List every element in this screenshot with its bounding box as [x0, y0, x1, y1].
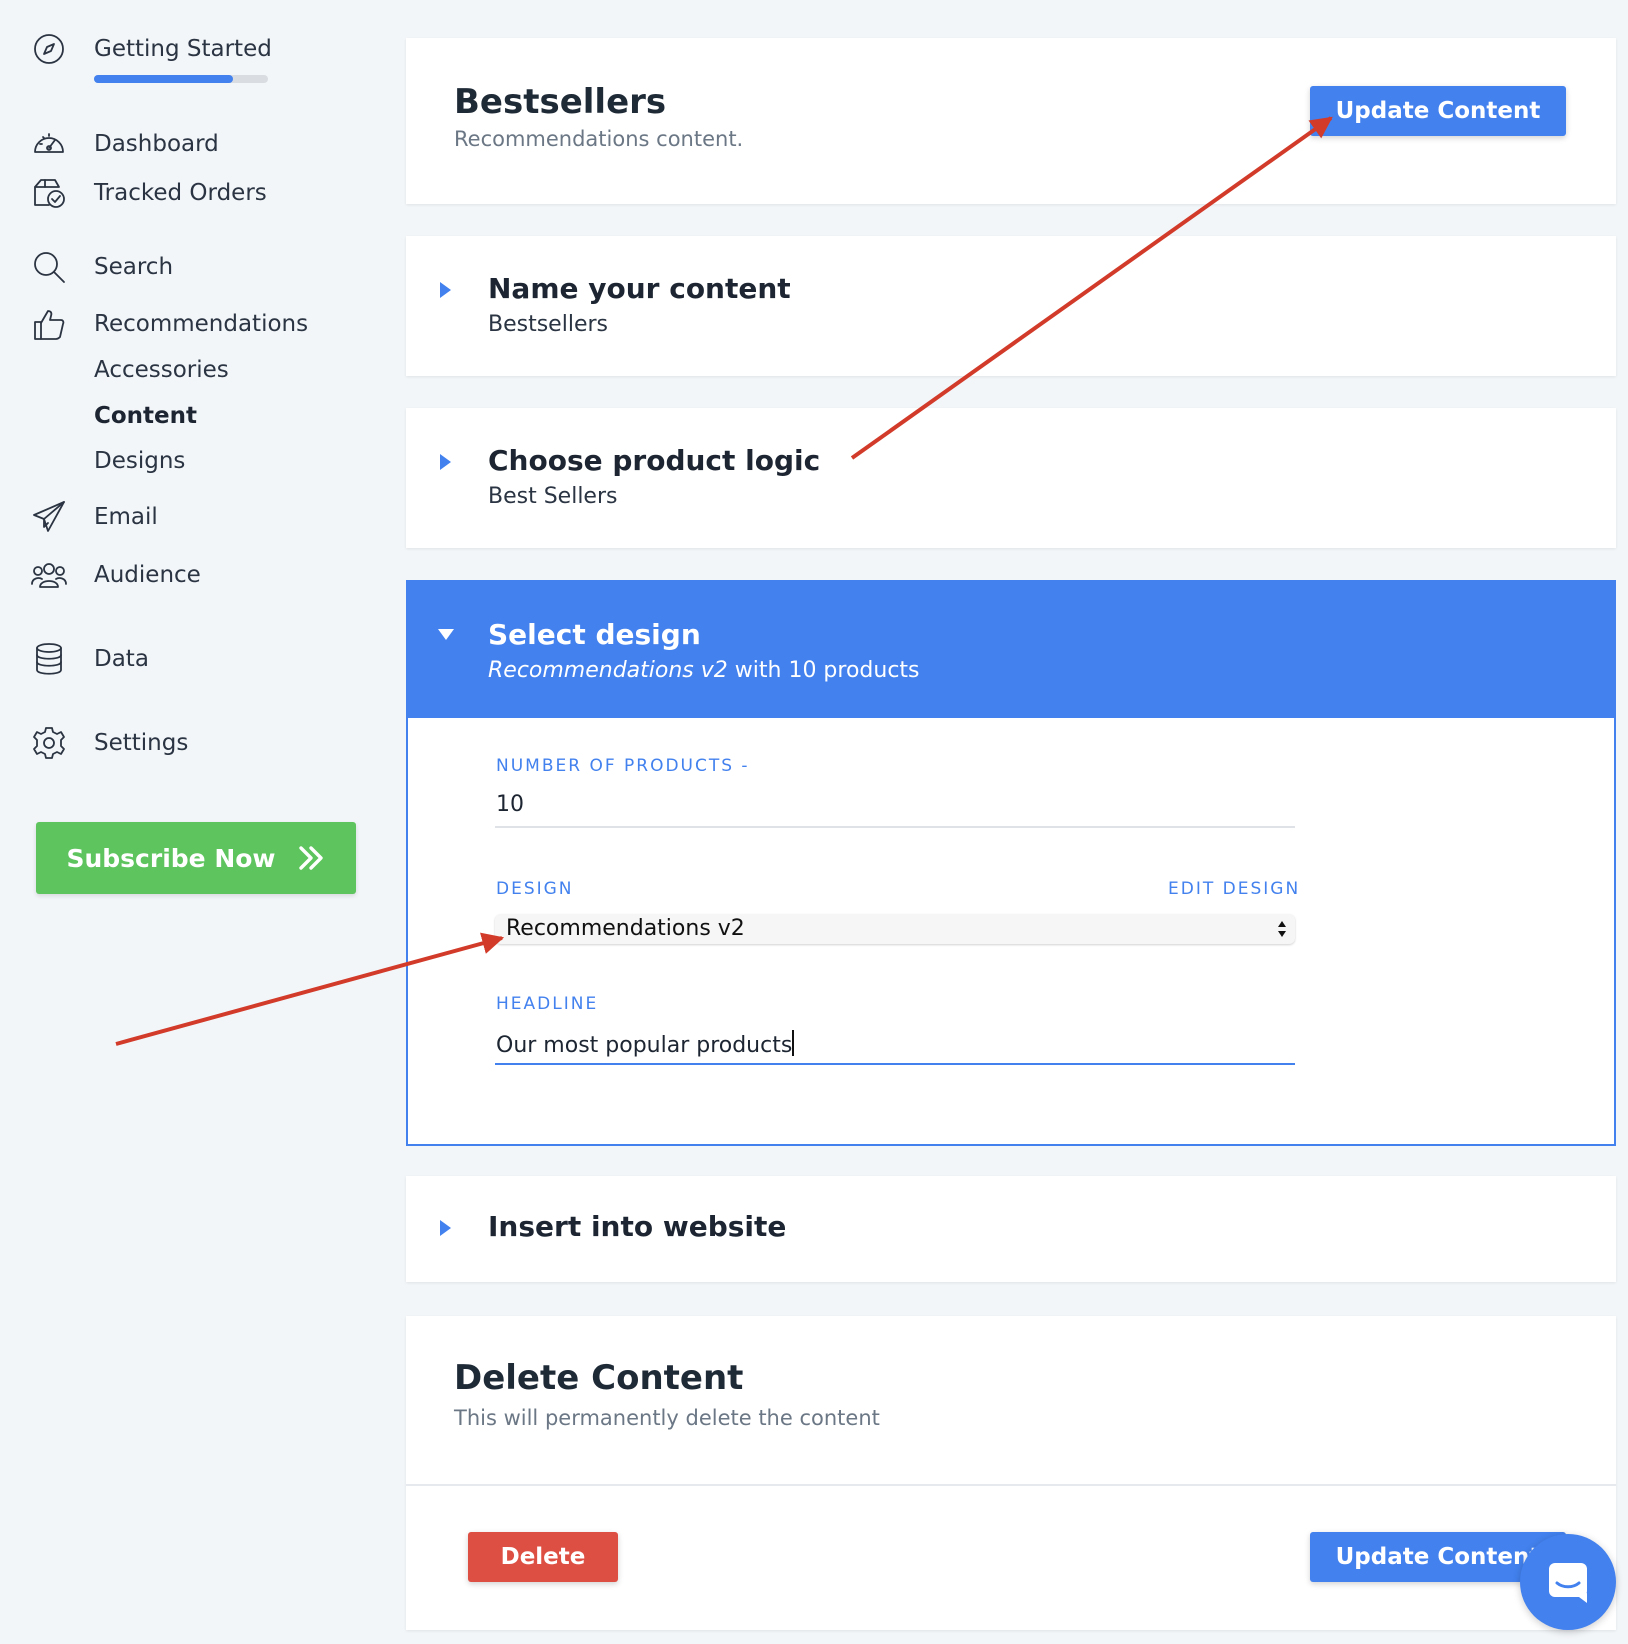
getting-started-progress — [94, 75, 268, 83]
sidebar-item-label: Data — [94, 646, 149, 672]
sidebar: Getting Started Dashboard Tracked Orders… — [0, 0, 380, 1644]
sidebar-subitem-designs[interactable]: Designs — [94, 448, 185, 474]
sidebar-item-label: Tracked Orders — [94, 180, 267, 206]
section-subtitle: Recommendations v2 with 10 products — [488, 658, 920, 683]
section-title: Name your content — [488, 272, 791, 305]
sidebar-item-recommendations[interactable]: Recommendations — [30, 305, 308, 343]
sidebar-item-settings[interactable]: Settings — [30, 724, 188, 762]
thumbs-up-icon — [30, 305, 68, 343]
section-value: Best Sellers — [488, 484, 618, 509]
design-select-value: Recommendations v2 — [506, 916, 745, 941]
section-choose-product-logic[interactable]: Choose product logic Best Sellers — [406, 408, 1616, 548]
select-caret-icon — [1278, 921, 1286, 937]
delete-content-card: Delete Content This will permanently del… — [406, 1316, 1616, 1630]
paper-plane-icon — [30, 498, 68, 536]
design-name: Recommendations v2 — [488, 658, 728, 683]
chat-icon — [1549, 1563, 1587, 1603]
sidebar-subitem-accessories[interactable]: Accessories — [94, 357, 229, 383]
page-title: Bestsellers — [454, 82, 667, 122]
sidebar-item-label: Dashboard — [94, 131, 219, 157]
double-chevron-right-icon — [298, 846, 323, 870]
number-of-products-input[interactable]: 10 — [496, 792, 524, 817]
page-subtitle: Recommendations content. — [454, 127, 744, 151]
sidebar-item-label: Email — [94, 504, 158, 530]
sidebar-item-email[interactable]: Email — [30, 498, 158, 536]
expand-arrow-icon[interactable] — [440, 1220, 451, 1236]
expand-arrow-icon[interactable] — [440, 454, 451, 470]
edit-design-link[interactable]: EDIT DESIGN — [1168, 879, 1300, 899]
select-design-header[interactable]: Select design Recommendations v2 with 10… — [408, 582, 1614, 718]
header-card: Bestsellers Recommendations content. Upd… — [406, 38, 1616, 204]
sidebar-item-search[interactable]: Search — [30, 248, 173, 286]
section-insert-into-website[interactable]: Insert into website — [406, 1176, 1616, 1282]
getting-started-progress-fill — [94, 75, 234, 83]
section-title: Select design — [488, 618, 701, 651]
section-name-your-content[interactable]: Name your content Bestsellers — [406, 236, 1616, 376]
tracked-orders-icon — [30, 174, 68, 212]
product-count-text: with 10 products — [727, 658, 920, 683]
headline-underline — [495, 1063, 1295, 1065]
sidebar-item-data[interactable]: Data — [30, 640, 149, 678]
section-value: Bestsellers — [488, 312, 608, 337]
collapse-arrow-icon[interactable] — [438, 629, 454, 640]
number-of-products-underline — [495, 826, 1295, 828]
sidebar-item-audience[interactable]: Audience — [30, 556, 201, 594]
chat-launcher-button[interactable] — [1520, 1534, 1616, 1630]
dashboard-gauge-icon — [30, 125, 68, 163]
headline-label: HEADLINE — [496, 994, 599, 1014]
compass-icon — [30, 30, 68, 68]
number-of-products-label: NUMBER OF PRODUCTS - — [496, 756, 750, 776]
sidebar-item-getting-started[interactable]: Getting Started — [30, 30, 272, 68]
subscribe-now-label: Subscribe Now — [66, 843, 276, 873]
database-icon — [30, 640, 68, 678]
headline-value: Our most popular products — [496, 1033, 793, 1058]
text-cursor — [792, 1030, 795, 1056]
audience-icon — [30, 556, 68, 594]
sidebar-item-dashboard[interactable]: Dashboard — [30, 125, 219, 163]
sidebar-subitem-content[interactable]: Content — [94, 403, 197, 429]
headline-input[interactable]: Our most popular products — [496, 1030, 795, 1058]
sidebar-item-label: Search — [94, 254, 174, 280]
section-select-design: Select design Recommendations v2 with 10… — [406, 580, 1616, 1146]
section-title: Insert into website — [488, 1210, 787, 1243]
section-title: Choose product logic — [488, 444, 821, 477]
sidebar-item-tracked-orders[interactable]: Tracked Orders — [30, 174, 267, 212]
delete-subtitle: This will permanently delete the content — [454, 1406, 880, 1430]
sidebar-item-label: Recommendations — [94, 311, 309, 337]
sidebar-item-label: Audience — [94, 562, 201, 588]
update-content-button[interactable]: Update Content — [1310, 86, 1566, 136]
divider — [406, 1484, 1616, 1486]
sidebar-item-label: Settings — [94, 730, 189, 756]
delete-title: Delete Content — [454, 1358, 744, 1398]
subscribe-now-button[interactable]: Subscribe Now — [36, 822, 356, 894]
sidebar-item-label: Getting Started — [94, 36, 272, 62]
gear-icon — [30, 724, 68, 762]
design-select[interactable]: Recommendations v2 — [495, 914, 1295, 944]
delete-button[interactable]: Delete — [468, 1532, 618, 1582]
search-icon — [30, 248, 68, 286]
expand-arrow-icon[interactable] — [440, 282, 451, 298]
design-label: DESIGN — [496, 879, 574, 899]
